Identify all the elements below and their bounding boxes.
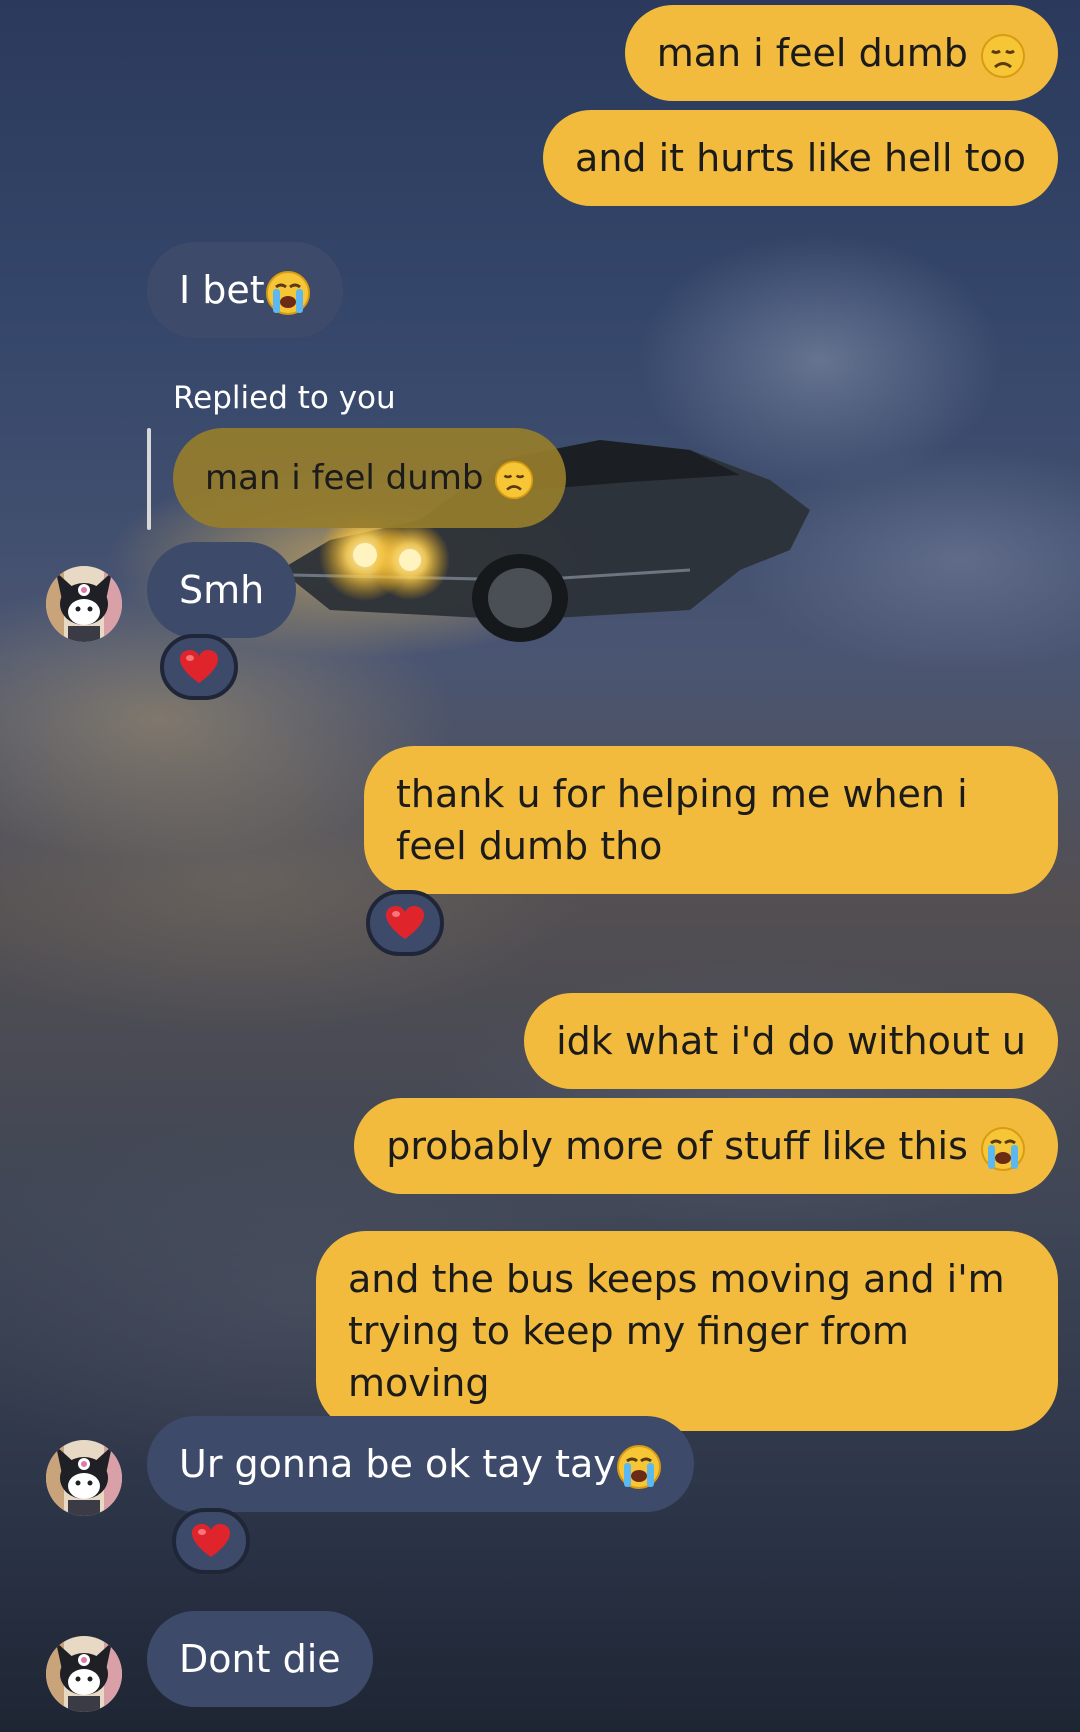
avatar[interactable] [46,1440,122,1516]
outgoing-message[interactable]: and it hurts like hell too [543,110,1058,206]
disappointed-face-emoji [981,33,1025,78]
incoming-message[interactable]: I bet [147,242,343,338]
loudly-crying-face-emoji [616,1444,661,1489]
outgoing-message[interactable]: and the bus keeps moving and i'm trying … [316,1231,1058,1431]
incoming-message[interactable]: Smh [147,542,297,638]
loudly-crying-face-emoji [981,1126,1025,1171]
message-text: Ur gonna be ok tay tay [179,1442,616,1486]
message-text: and it hurts like hell too [575,136,1026,180]
outgoing-message[interactable]: probably more of stuff like this [354,1098,1058,1194]
avatar[interactable] [46,1636,122,1712]
message-text: I bet [179,268,265,312]
disappointed-face-emoji [495,460,534,499]
message-text: probably more of stuff like this [386,1124,968,1168]
quoted-text: man i feel dumb [205,458,484,498]
incoming-message[interactable]: Ur gonna be ok tay tay [147,1416,694,1512]
kuromi-avatar-icon [46,1440,122,1516]
heart-reaction[interactable] [160,634,238,700]
red-heart-emoji [386,906,424,939]
outgoing-message[interactable]: man i feel dumb [624,5,1058,101]
reply-label: Replied to you [173,380,396,416]
loudly-crying-face-emoji [265,270,310,315]
message-text: Smh [179,568,265,612]
heart-reaction[interactable] [172,1508,250,1574]
red-heart-emoji [192,1524,230,1557]
kuromi-avatar-icon [46,1636,122,1712]
kuromi-avatar-icon [46,566,122,642]
message-text: and the bus keeps moving and i'm trying … [348,1257,1005,1405]
avatar[interactable] [46,566,122,642]
outgoing-message[interactable]: idk what i'd do without u [524,993,1058,1089]
red-heart-emoji [180,650,218,683]
message-text: thank u for helping me when i feel dumb … [396,772,968,868]
heart-reaction[interactable] [366,890,444,956]
message-text: man i feel dumb [656,31,968,75]
reply-indicator-bar [147,428,151,530]
replied-message-quote[interactable]: man i feel dumb [173,428,567,528]
message-text: idk what i'd do without u [556,1019,1026,1063]
outgoing-message[interactable]: thank u for helping me when i feel dumb … [364,746,1058,894]
message-text: Dont die [179,1637,341,1681]
incoming-message[interactable]: Dont die [147,1611,373,1707]
